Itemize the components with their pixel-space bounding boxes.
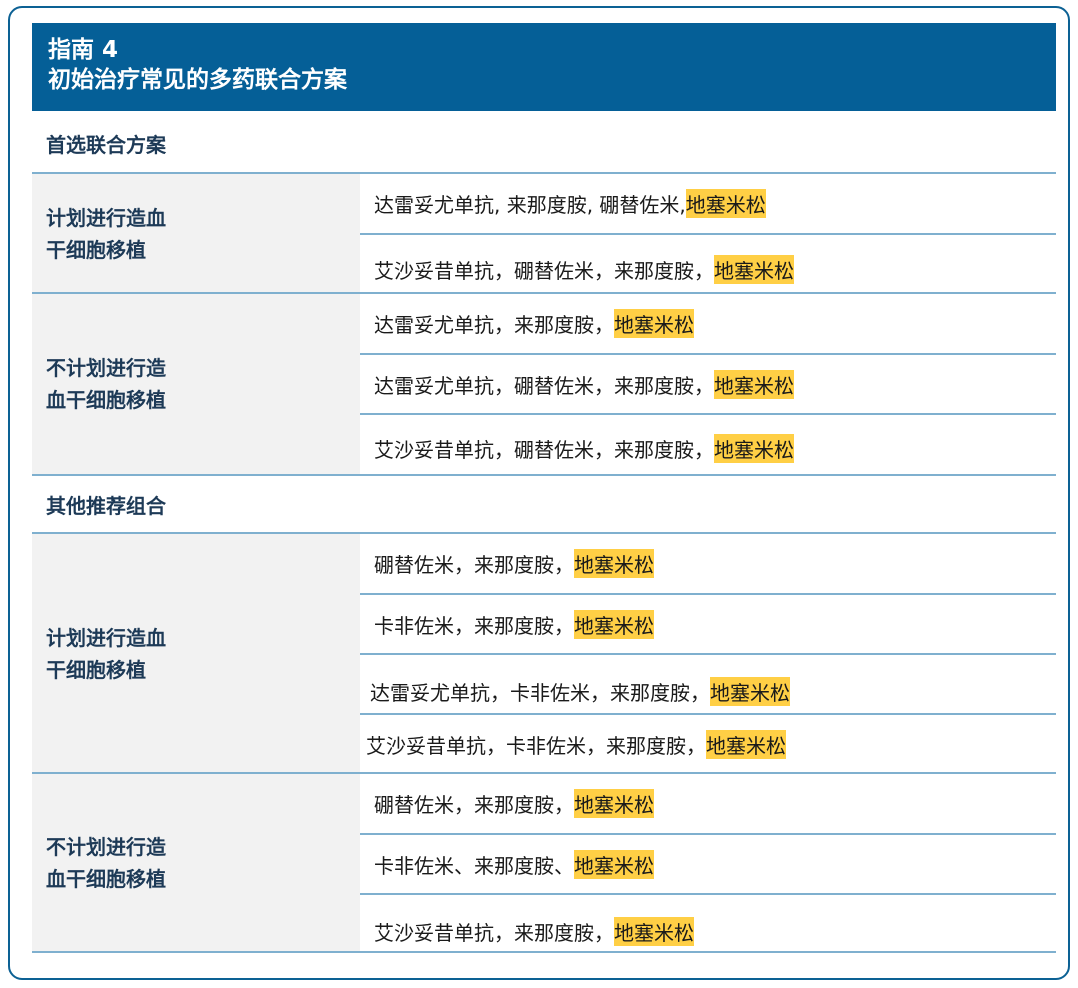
group-other-no-transplant: 不计划进行造 血干细胞移植 硼替佐米，来那度胺， 地塞米松 卡非佐米、来那度胺、地… bbox=[32, 772, 1056, 952]
regimen-row: 艾沙妥昔单抗，硼替佐米，来那度胺， 地塞米松 bbox=[360, 415, 1056, 474]
regimen-highlight: 地塞米松 bbox=[574, 789, 654, 818]
group-label-cell: 不计划进行造 血干细胞移植 bbox=[32, 774, 360, 952]
group-label-cell: 计划进行造血 干细胞移植 bbox=[32, 174, 360, 294]
group-label-cell: 不计划进行造 血干细胞移植 bbox=[32, 294, 360, 474]
group-other-transplant: 计划进行造血 干细胞移植 硼替佐米，来那度胺， 地塞米松 卡非佐米，来那度胺， 地塞… bbox=[32, 532, 1056, 774]
regimen-drugs: 达雷妥尤单抗，硼替佐米，来那度胺， bbox=[374, 373, 714, 398]
regimen-drugs: 卡非佐米，来那度胺， bbox=[374, 613, 574, 638]
section-heading-other: 其他推荐组合 bbox=[32, 474, 1056, 532]
regimen-highlight: 地塞米松 bbox=[574, 849, 654, 879]
guideline-header: 指南 4 初始治疗常见的多药联合方案 bbox=[32, 23, 1056, 111]
regimen-row: 达雷妥尤单抗，来那度胺， 地塞米松 bbox=[360, 294, 1056, 355]
regimen-highlight: 地塞米松 bbox=[574, 609, 654, 639]
group-preferred-transplant: 计划进行造血 干细胞移植 达雷妥尤单抗, 来那度胺, 硼替佐米, 地塞米松 艾沙… bbox=[32, 172, 1056, 294]
guideline-title: 初始治疗常见的多药联合方案 bbox=[48, 67, 347, 93]
regimen-highlight: 地塞米松 bbox=[614, 309, 694, 338]
regimen-row: 艾沙妥昔单抗，来那度胺， 地塞米松 bbox=[360, 895, 1056, 952]
regimen-drugs: 艾沙妥昔单抗，来那度胺， bbox=[374, 921, 614, 945]
regimen-highlight: 地塞米松 bbox=[714, 369, 794, 399]
regimen-highlight: 地塞米松 bbox=[574, 549, 654, 578]
regimen-row: 达雷妥尤单抗，卡非佐米，来那度胺， 地塞米松 bbox=[360, 655, 1056, 715]
regimen-highlight: 地塞米松 bbox=[714, 255, 794, 284]
regimen-drugs: 卡非佐米、来那度胺、 bbox=[374, 853, 574, 878]
group-label: 计划进行造血 干细胞移植 bbox=[46, 626, 166, 682]
group-label: 计划进行造血 干细胞移植 bbox=[46, 206, 166, 262]
regimen-drugs: 达雷妥尤单抗，卡非佐米，来那度胺， bbox=[370, 680, 710, 705]
regimen-row: 硼替佐米，来那度胺， 地塞米松 bbox=[360, 534, 1056, 595]
regimen-row: 达雷妥尤单抗，硼替佐米，来那度胺， 地塞米松 bbox=[360, 355, 1056, 415]
regimen-drugs: 达雷妥尤单抗, 来那度胺, 硼替佐米, bbox=[374, 193, 686, 217]
regimen-drugs: 艾沙妥昔单抗，硼替佐米，来那度胺， bbox=[374, 259, 714, 283]
regimen-drugs: 艾沙妥昔单抗，硼替佐米，来那度胺， bbox=[374, 438, 714, 462]
regimen-row: 卡非佐米，来那度胺， 地塞米松 bbox=[360, 595, 1056, 655]
regimen-list: 硼替佐米，来那度胺， 地塞米松 卡非佐米，来那度胺， 地塞米松 达雷妥尤单抗，卡非佐… bbox=[360, 534, 1056, 774]
regimen-drugs: 硼替佐米，来那度胺， bbox=[374, 793, 574, 817]
regimen-highlight: 地塞米松 bbox=[685, 189, 766, 218]
regimen-highlight: 地塞米松 bbox=[614, 917, 694, 946]
regimen-drugs: 达雷妥尤单抗，来那度胺， bbox=[374, 313, 614, 337]
regimen-highlight: 地塞米松 bbox=[710, 676, 790, 706]
regimen-list: 硼替佐米，来那度胺， 地塞米松 卡非佐米、来那度胺、 地塞米松 艾沙妥昔单抗，来那度… bbox=[360, 774, 1056, 952]
table-bottom-border bbox=[32, 951, 1056, 953]
regimen-list: 达雷妥尤单抗，来那度胺， 地塞米松 达雷妥尤单抗，硼替佐米，来那度胺， 地塞米松 艾… bbox=[360, 294, 1056, 474]
regimen-row: 卡非佐米、来那度胺、 地塞米松 bbox=[360, 835, 1056, 895]
group-label: 不计划进行造 血干细胞移植 bbox=[46, 356, 166, 412]
regimen-drugs: 硼替佐米，来那度胺， bbox=[374, 553, 574, 577]
group-preferred-no-transplant: 不计划进行造 血干细胞移植 达雷妥尤单抗，来那度胺， 地塞米松 达雷妥尤单抗，硼替… bbox=[32, 292, 1056, 474]
regimen-row: 硼替佐米，来那度胺， 地塞米松 bbox=[360, 774, 1056, 835]
regimen-row: 艾沙妥昔单抗，硼替佐米，来那度胺， 地塞米松 bbox=[360, 235, 1056, 294]
regimen-row: 艾沙妥昔单抗，卡非佐米，来那度胺， 地塞米松 bbox=[360, 715, 1056, 774]
regimen-highlight: 地塞米松 bbox=[706, 730, 786, 759]
regimen-drugs: 艾沙妥昔单抗，卡非佐米，来那度胺， bbox=[366, 734, 706, 758]
section-heading-preferred: 首选联合方案 bbox=[46, 132, 166, 157]
regimen-highlight: 地塞米松 bbox=[714, 434, 794, 463]
guideline-number: 指南 4 bbox=[48, 37, 119, 63]
regimen-row: 达雷妥尤单抗, 来那度胺, 硼替佐米, 地塞米松 bbox=[360, 174, 1056, 235]
group-label-cell: 计划进行造血 干细胞移植 bbox=[32, 534, 360, 774]
regimen-list: 达雷妥尤单抗, 来那度胺, 硼替佐米, 地塞米松 艾沙妥昔单抗，硼替佐米，来那度… bbox=[360, 174, 1056, 294]
group-label: 不计划进行造 血干细胞移植 bbox=[46, 835, 166, 891]
